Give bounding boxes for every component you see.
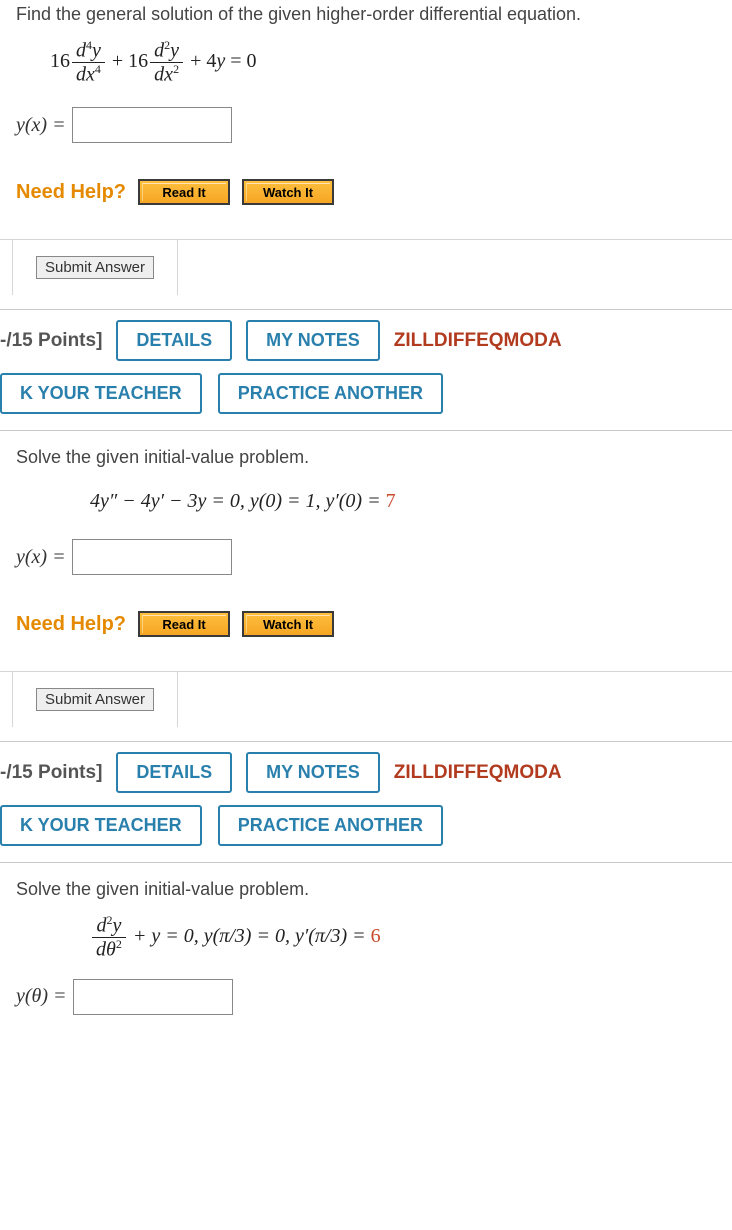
q3-prompt: Solve the given initial-value problem. (0, 863, 732, 908)
q2-header-row1: -/15 Points] DETAILS MY NOTES ZILLDIFFEQ… (0, 309, 732, 371)
read-it-button[interactable]: Read It (138, 611, 230, 637)
submit-tab-wrap: Submit Answer (0, 671, 732, 741)
details-button[interactable]: DETAILS (116, 320, 232, 361)
my-notes-button[interactable]: MY NOTES (246, 320, 380, 361)
q2-eq-body: 4y″ − 4y′ − 3y = 0, y(0) = 1, y′(0) = (90, 490, 386, 512)
q2-header-row2: K YOUR TEACHER PRACTICE ANOTHER (0, 371, 732, 431)
practice-another-button[interactable]: PRACTICE ANOTHER (218, 373, 443, 414)
q1-equation: 16d4ydx4 + 16d2ydx2 + 4y = 0 (0, 33, 732, 103)
q2-answer-label: y(x) = (16, 546, 66, 569)
submit-answer-button[interactable]: Submit Answer (36, 256, 154, 279)
submit-tab: Submit Answer (12, 239, 178, 295)
q3-header-row1: -/15 Points] DETAILS MY NOTES ZILLDIFFEQ… (0, 741, 732, 803)
source-label: ZILLDIFFEQMODA (394, 330, 562, 352)
q2-ic-value: 7 (386, 490, 396, 512)
q3-ic-value: 6 (371, 925, 381, 947)
q3-answer-input[interactable] (73, 979, 233, 1015)
submit-tab: Submit Answer (12, 671, 178, 727)
q1-answer-label: y(x) = (16, 114, 66, 137)
q3-eq-tail: + y = 0, y(π/3) = 0, y′(π/3) = (128, 925, 371, 947)
ask-teacher-button[interactable]: K YOUR TEACHER (0, 373, 202, 414)
q2-equation: 4y″ − 4y′ − 3y = 0, y(0) = 1, y′(0) = 7 (0, 476, 732, 535)
source-label: ZILLDIFFEQMODA (394, 762, 562, 784)
q3-equation: d2ydθ2 + y = 0, y(π/3) = 0, y′(π/3) = 6 (0, 908, 732, 974)
my-notes-button[interactable]: MY NOTES (246, 752, 380, 793)
watch-it-button[interactable]: Watch It (242, 179, 334, 205)
q2-prompt: Solve the given initial-value problem. (0, 431, 732, 476)
q3-header-row2: K YOUR TEACHER PRACTICE ANOTHER (0, 803, 732, 863)
watch-it-button[interactable]: Watch It (242, 611, 334, 637)
q2-answer-input[interactable] (72, 539, 232, 575)
submit-answer-button[interactable]: Submit Answer (36, 688, 154, 711)
submit-tab-wrap: Submit Answer (0, 239, 732, 309)
practice-another-button[interactable]: PRACTICE ANOTHER (218, 805, 443, 846)
need-help-label: Need Help? (16, 613, 126, 636)
q3-answer-label: y(θ) = (16, 985, 67, 1008)
q1-prompt: Find the general solution of the given h… (0, 0, 732, 33)
need-help-label: Need Help? (16, 181, 126, 204)
read-it-button[interactable]: Read It (138, 179, 230, 205)
q1-answer-input[interactable] (72, 107, 232, 143)
points-label: -/15 Points] (0, 762, 102, 784)
points-label: -/15 Points] (0, 330, 102, 352)
ask-teacher-button[interactable]: K YOUR TEACHER (0, 805, 202, 846)
details-button[interactable]: DETAILS (116, 752, 232, 793)
